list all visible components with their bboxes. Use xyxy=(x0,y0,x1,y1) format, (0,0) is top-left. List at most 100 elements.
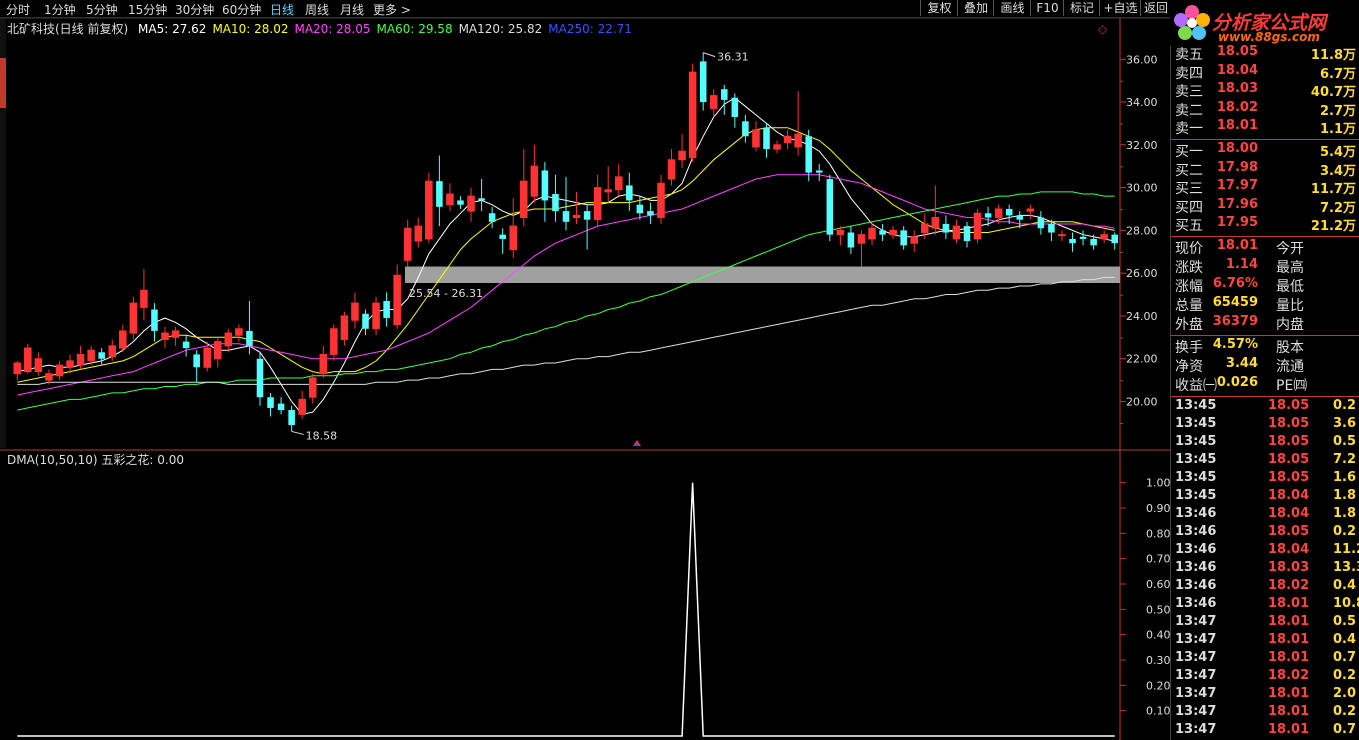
candle[interactable] xyxy=(541,161,549,222)
candle[interactable] xyxy=(847,226,855,254)
candle[interactable] xyxy=(362,309,369,336)
candle[interactable] xyxy=(129,296,138,340)
candle[interactable] xyxy=(562,176,570,231)
price-tick-label: 22.00 xyxy=(1126,353,1158,366)
candle[interactable] xyxy=(1058,230,1066,242)
candle[interactable] xyxy=(140,268,148,321)
candle[interactable] xyxy=(973,208,982,244)
candle[interactable] xyxy=(752,121,760,152)
candle[interactable] xyxy=(98,348,105,366)
kline-chart[interactable]: 36.00 34.00 32.00 30.00 28.00 26.00 24.00 22.00… xyxy=(0,0,1170,740)
candle[interactable] xyxy=(277,397,285,415)
candle[interactable] xyxy=(593,174,602,227)
candle[interactable] xyxy=(298,390,306,419)
candle[interactable] xyxy=(530,144,539,203)
candle[interactable] xyxy=(572,191,581,224)
candle[interactable] xyxy=(182,335,190,357)
candle[interactable] xyxy=(688,63,697,162)
candle[interactable] xyxy=(509,198,518,259)
candle[interactable] xyxy=(879,223,886,242)
candle[interactable] xyxy=(1111,232,1118,250)
candle[interactable] xyxy=(393,264,401,329)
candle[interactable] xyxy=(414,217,423,248)
candle[interactable] xyxy=(1100,230,1108,244)
candle[interactable] xyxy=(1069,232,1076,252)
stat-value: 4.57% xyxy=(1212,337,1258,352)
candle[interactable] xyxy=(614,164,623,197)
candle[interactable] xyxy=(963,221,971,248)
candle[interactable] xyxy=(478,179,485,212)
candle[interactable] xyxy=(952,219,961,244)
candle[interactable] xyxy=(308,373,317,404)
order-book-row: 卖一 18.01 1.1万 xyxy=(1173,118,1358,137)
candle[interactable] xyxy=(340,311,349,346)
tick-volume: 10.8 xyxy=(1333,596,1359,611)
candle[interactable] xyxy=(826,174,834,242)
candle[interactable] xyxy=(626,172,633,212)
candle[interactable] xyxy=(942,215,950,239)
candle[interactable] xyxy=(721,84,728,115)
candle[interactable] xyxy=(403,219,412,267)
candle[interactable] xyxy=(351,292,359,329)
candle[interactable] xyxy=(857,230,866,267)
stat-row: 外盘 36379 内盘 xyxy=(1173,314,1358,333)
stat-row: 现价 18.01 今开 xyxy=(1173,238,1358,257)
candle[interactable] xyxy=(214,337,222,368)
candle[interactable] xyxy=(457,196,464,209)
candle[interactable] xyxy=(383,292,390,327)
candle[interactable] xyxy=(151,303,158,342)
candle[interactable] xyxy=(436,155,443,227)
candle[interactable] xyxy=(171,326,180,346)
candle[interactable] xyxy=(647,202,654,224)
candle[interactable] xyxy=(520,149,528,227)
candle[interactable] xyxy=(499,228,506,254)
candle[interactable] xyxy=(678,134,686,169)
candle[interactable] xyxy=(815,164,823,182)
candle[interactable] xyxy=(13,360,22,381)
candle[interactable] xyxy=(1079,230,1087,246)
candle[interactable] xyxy=(783,129,792,150)
candle[interactable] xyxy=(256,352,264,406)
candle[interactable] xyxy=(657,174,665,224)
candle[interactable] xyxy=(794,91,802,156)
candle[interactable] xyxy=(267,392,274,417)
candle[interactable] xyxy=(773,140,781,154)
candle[interactable] xyxy=(224,328,233,353)
candle[interactable] xyxy=(900,226,907,250)
candle-body-fill xyxy=(668,159,675,180)
candle[interactable] xyxy=(1026,204,1035,220)
candle[interactable] xyxy=(119,324,127,353)
candle[interactable] xyxy=(742,114,749,143)
candle[interactable] xyxy=(24,343,32,374)
candle[interactable] xyxy=(488,206,496,229)
candle[interactable] xyxy=(288,405,295,432)
candle[interactable] xyxy=(583,204,591,250)
candle[interactable] xyxy=(709,89,718,118)
candle[interactable] xyxy=(604,166,612,203)
diamond-icon[interactable]: ◇ xyxy=(1098,22,1108,36)
candle[interactable] xyxy=(319,345,328,378)
candle[interactable] xyxy=(425,172,433,244)
candle[interactable] xyxy=(889,226,897,239)
candle[interactable] xyxy=(330,324,338,361)
candle[interactable] xyxy=(805,129,812,182)
candle[interactable] xyxy=(161,326,169,349)
candle[interactable] xyxy=(1005,204,1013,224)
candle[interactable] xyxy=(446,183,454,212)
candle[interactable] xyxy=(372,296,380,336)
candle[interactable] xyxy=(552,174,559,222)
candle[interactable] xyxy=(235,324,243,342)
candle[interactable] xyxy=(763,123,770,158)
candle[interactable] xyxy=(910,230,918,252)
candle[interactable] xyxy=(731,93,739,128)
tick-price: 18.01 xyxy=(1268,704,1310,719)
candle[interactable] xyxy=(699,52,707,111)
candle[interactable] xyxy=(55,360,64,381)
candle[interactable] xyxy=(1037,211,1045,235)
candle[interactable] xyxy=(667,149,676,186)
tick-time: 13:45 xyxy=(1175,452,1217,467)
candle[interactable] xyxy=(467,187,475,222)
candle[interactable] xyxy=(931,185,940,235)
candle[interactable] xyxy=(193,350,200,383)
candle[interactable] xyxy=(34,352,43,376)
